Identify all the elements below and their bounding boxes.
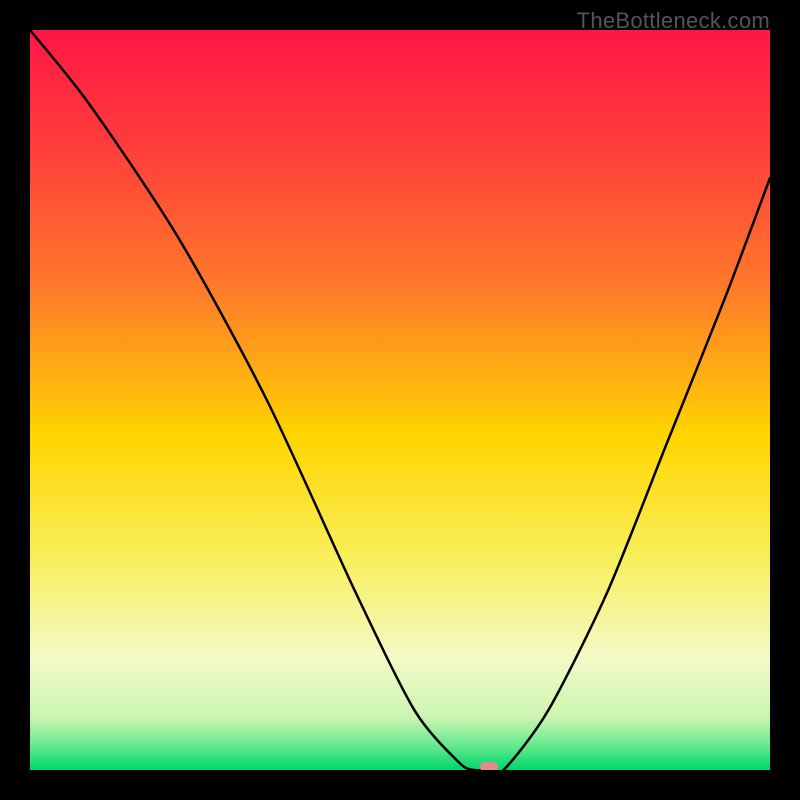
chart-container: TheBottleneck.com <box>0 0 800 800</box>
optimal-marker <box>480 762 498 770</box>
plot-area <box>30 30 770 770</box>
gradient-background <box>30 30 770 770</box>
